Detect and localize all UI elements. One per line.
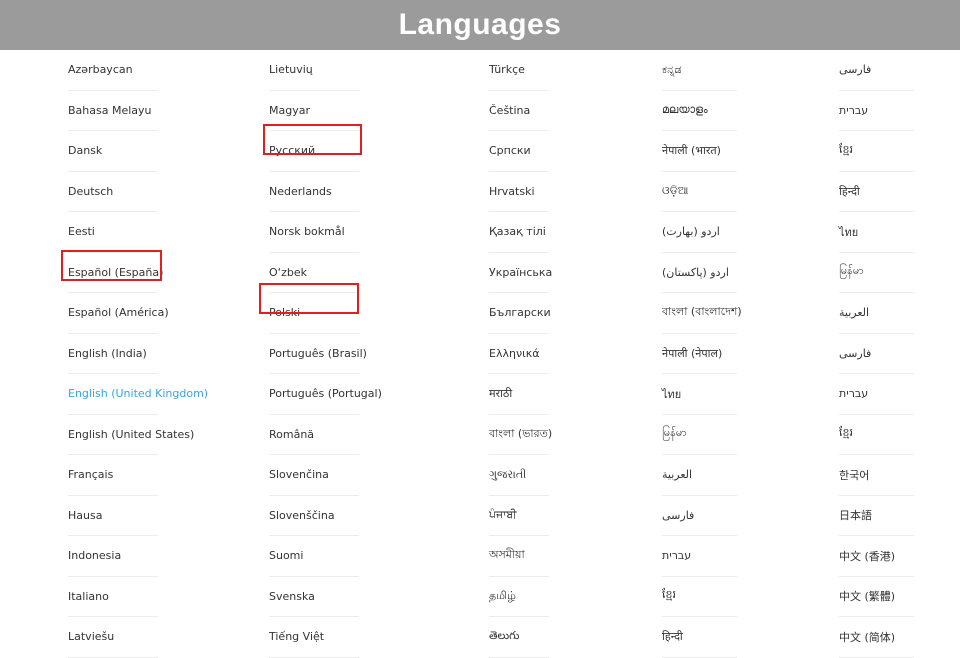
language-option[interactable]: Türkçe <box>489 50 549 91</box>
language-option[interactable]: 中文 (繁體) <box>839 577 914 617</box>
language-option[interactable]: Svenska <box>269 577 359 617</box>
language-option[interactable]: नेपाली (नेपाल) <box>662 334 737 374</box>
language-option[interactable]: Norsk bokmål <box>269 212 359 253</box>
language-option-selected[interactable]: English (United Kingdom) <box>68 374 208 415</box>
language-option[interactable]: اردو (پاکستان) <box>662 253 737 293</box>
language-option[interactable]: తెలుగు <box>489 617 549 658</box>
language-option[interactable]: हिन्दी <box>839 172 914 212</box>
language-option[interactable]: অসমীয়া <box>489 536 549 577</box>
language-option[interactable]: বাংলা (ভারত) <box>489 415 552 455</box>
language-option[interactable]: ខ្មែរ <box>662 577 737 617</box>
language-option[interactable]: English (United States) <box>68 415 194 455</box>
language-option[interactable]: Eesti <box>68 212 158 253</box>
language-option[interactable]: বাংলা (বাংলাদেশ) <box>662 293 742 334</box>
language-option[interactable]: Dansk <box>68 131 158 172</box>
language-option[interactable]: Lietuvių <box>269 50 359 91</box>
language-option[interactable]: Български <box>489 293 551 334</box>
language-option[interactable]: Suomi <box>269 536 359 577</box>
language-option[interactable]: ગુજરાતી <box>489 455 549 496</box>
language-option[interactable]: ខ្មែរ <box>839 131 914 172</box>
language-option[interactable]: ไทย <box>839 212 914 253</box>
page-title: Languages <box>398 8 562 41</box>
language-option[interactable]: English (India) <box>68 334 158 374</box>
language-option[interactable]: O‘zbek <box>269 253 359 293</box>
language-option[interactable]: မြန်မာ <box>839 253 914 293</box>
language-option[interactable]: العربية <box>839 293 914 334</box>
language-option[interactable]: ไทย <box>662 374 737 415</box>
language-option[interactable]: Indonesia <box>68 536 158 577</box>
language-option[interactable]: नेपाली (भारत) <box>662 131 737 172</box>
language-option[interactable]: فارسی <box>662 496 737 536</box>
language-option[interactable]: Slovenščina <box>269 496 359 536</box>
language-option[interactable]: தமிழ் <box>489 577 549 617</box>
language-column-3: Türkçe Čeština Српски Hrvatski Қазақ тіл… <box>489 50 669 658</box>
language-option[interactable]: Ελληνικά <box>489 334 549 374</box>
language-option[interactable]: Español (América) <box>68 293 169 334</box>
language-option[interactable]: Português (Portugal) <box>269 374 382 415</box>
language-option[interactable]: فارسی <box>839 50 914 91</box>
language-option[interactable]: 한국어 <box>839 455 914 496</box>
language-column-1: Azərbaycan Bahasa Melayu Dansk Deutsch E… <box>68 50 248 658</box>
language-option-highlighted[interactable]: Русский <box>269 131 359 172</box>
language-option-highlighted[interactable]: Español (España) <box>68 253 163 293</box>
language-option[interactable]: العربية <box>662 455 737 496</box>
language-option[interactable]: Azərbaycan <box>68 50 158 91</box>
language-option-highlighted[interactable]: Polski <box>269 293 359 334</box>
language-option[interactable]: Hausa <box>68 496 158 536</box>
language-option[interactable]: Italiano <box>68 577 158 617</box>
language-option[interactable]: ខ្មែរ <box>839 415 914 455</box>
language-option[interactable]: Magyar <box>269 91 359 131</box>
language-option[interactable]: Čeština <box>489 91 549 131</box>
language-option[interactable]: 日本語 <box>839 496 914 536</box>
language-column-4: ಕನ್ನಡ മലയാളം नेपाली (भारत) ଓଡ଼ିଆ اردو (ب… <box>662 50 842 658</box>
language-option[interactable]: ਪੰਜਾਬੀ <box>489 496 549 536</box>
language-option[interactable]: Latviešu <box>68 617 158 658</box>
language-option[interactable]: Hrvatski <box>489 172 549 212</box>
language-option[interactable]: עברית <box>662 536 737 577</box>
language-option[interactable]: Português (Brasil) <box>269 334 367 374</box>
language-option[interactable]: မြန်မာ <box>662 415 737 455</box>
language-option[interactable]: Қазақ тілі <box>489 212 549 253</box>
language-option[interactable]: فارسی <box>839 334 914 374</box>
language-option[interactable]: Nederlands <box>269 172 359 212</box>
language-option[interactable]: עברית <box>839 374 914 415</box>
language-option[interactable]: ಕನ್ನಡ <box>662 50 737 91</box>
language-option[interactable]: 中文 (简体) <box>839 617 914 658</box>
language-option[interactable]: हिन्दी <box>662 617 737 658</box>
language-option[interactable]: Tiếng Việt <box>269 617 359 658</box>
language-option[interactable]: Română <box>269 415 359 455</box>
language-option[interactable]: ଓଡ଼ିଆ <box>662 172 737 212</box>
language-option[interactable]: עברית <box>839 91 914 131</box>
language-option[interactable]: Français <box>68 455 158 496</box>
language-option[interactable]: മലയാളം <box>662 91 737 131</box>
language-option[interactable]: Українська <box>489 253 552 293</box>
title-bar: Languages <box>0 0 960 50</box>
language-column-2: Lietuvių Magyar Русский Nederlands Norsk… <box>269 50 449 658</box>
language-option[interactable]: Slovenčina <box>269 455 359 496</box>
language-option[interactable]: Deutsch <box>68 172 158 212</box>
language-column-5: فارسی עברית ខ្មែរ हिन्दी ไทย မြန်မာ العر… <box>839 50 960 658</box>
language-option[interactable]: मराठी <box>489 374 549 415</box>
language-option[interactable]: Bahasa Melayu <box>68 91 158 131</box>
language-option[interactable]: Српски <box>489 131 549 172</box>
language-option[interactable]: 中文 (香港) <box>839 536 914 577</box>
language-option[interactable]: اردو (بھارت) <box>662 212 737 253</box>
